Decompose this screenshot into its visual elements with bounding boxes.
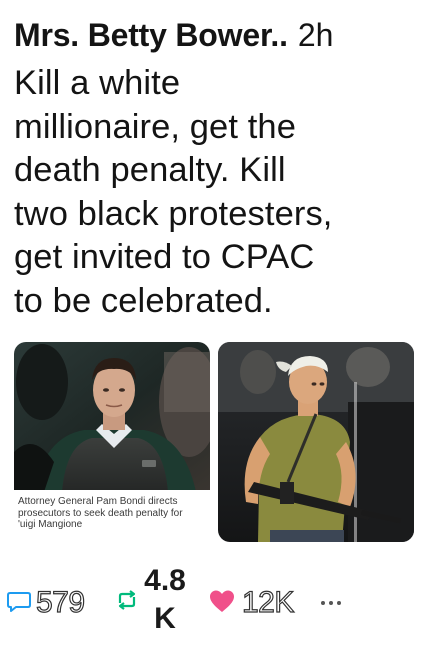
like-action[interactable]: 12K <box>208 585 295 620</box>
comment-icon <box>6 588 32 619</box>
media-image-left[interactable]: Attorney General Pam Bondi directs prose… <box>14 342 210 542</box>
more-icon <box>320 594 342 612</box>
street-photo <box>218 342 414 542</box>
post-media-grid: Attorney General Pam Bondi directs prose… <box>14 342 414 542</box>
repost-icon <box>114 587 140 618</box>
post-text-line: to be celebrated. <box>14 281 273 320</box>
caption-line: prosecutors to seek death penalty for <box>18 507 183 519</box>
repost-count-line2: K <box>154 602 176 635</box>
repost-count-line1: 4.8 <box>144 564 186 597</box>
post-actions-bar: 579 4.8 K 12K <box>0 556 428 656</box>
like-count: 12K <box>241 585 295 619</box>
post-body: Kill a white millionaire, get the death … <box>14 62 419 323</box>
caption-line: 'uigi Mangione <box>18 519 83 530</box>
media-caption: Attorney General Pam Bondi directs prose… <box>14 490 210 542</box>
post-text-line: death penalty. Kill <box>14 151 286 189</box>
more-options[interactable] <box>320 594 342 612</box>
caption-line: Attorney General Pam Bondi directs <box>18 496 178 507</box>
comment-count: 579 <box>35 585 85 619</box>
heart-icon <box>208 588 236 619</box>
media-image-right[interactable] <box>218 342 414 542</box>
post-timestamp: 2h <box>297 17 334 53</box>
repost-count: 4.8 K <box>142 562 188 638</box>
post-text-line: Kill a white <box>14 64 181 102</box>
post-text-line: get invited to CPAC <box>14 238 315 276</box>
post-text-line: two black protesters, <box>14 194 333 233</box>
comment-action[interactable]: 579 <box>6 585 86 620</box>
post-header: Mrs. Betty Bower.. 2h <box>14 16 418 54</box>
post-card: Mrs. Betty Bower.. 2h Kill a white millio… <box>0 0 428 665</box>
author-name[interactable]: Mrs. Betty Bower.. <box>14 17 288 53</box>
repost-action[interactable] <box>114 587 140 618</box>
post-text-line: millionaire, get the <box>14 107 296 146</box>
